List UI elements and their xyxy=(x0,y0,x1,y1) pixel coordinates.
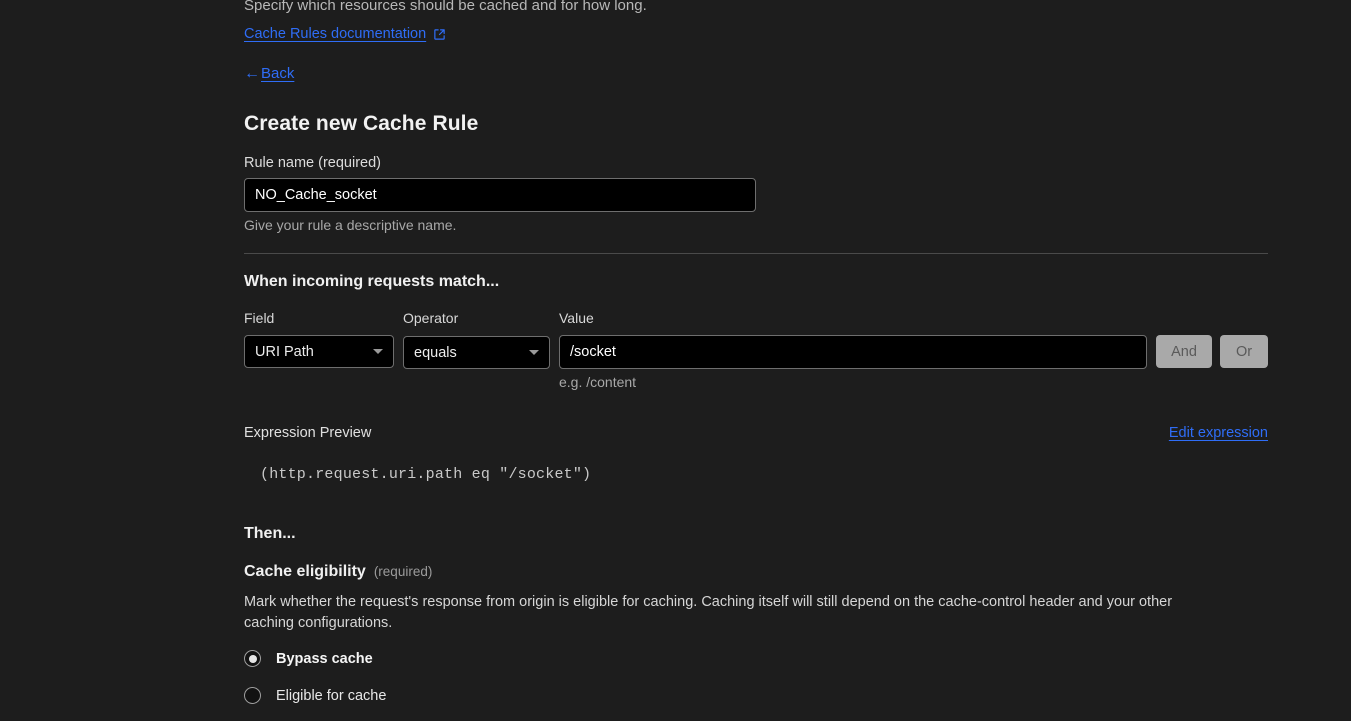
rule-name-help-text: Give your rule a descriptive name. xyxy=(244,217,457,233)
value-help-text: e.g. /content xyxy=(559,374,637,390)
cache-eligibility-title: Cache eligibility xyxy=(244,563,366,580)
back-arrow-icon: ← xyxy=(244,65,260,82)
edit-expression-link[interactable]: Edit expression xyxy=(1169,425,1268,441)
external-link-icon xyxy=(433,28,446,41)
page-description: Specify which resources should be cached… xyxy=(244,0,647,14)
documentation-link-label[interactable]: Cache Rules documentation xyxy=(244,26,426,42)
field-select-value: URI Path xyxy=(255,343,314,360)
value-input[interactable] xyxy=(559,335,1147,369)
cache-rule-create-page: Specify which resources should be cached… xyxy=(0,0,1351,721)
value-column-label: Value xyxy=(559,310,594,326)
expression-preview-code: (http.request.uri.path eq "/socket") xyxy=(260,466,592,483)
field-column-label: Field xyxy=(244,310,275,326)
cache-eligibility-description: Mark whether the request's response from… xyxy=(244,594,1173,631)
cache-eligibility-required-tag: (required) xyxy=(373,564,433,579)
radio-button-icon[interactable] xyxy=(244,650,261,667)
back-link[interactable]: ← Back xyxy=(244,65,294,83)
back-link-label[interactable]: Back xyxy=(261,65,294,82)
expression-preview-label: Expression Preview xyxy=(244,425,372,441)
operator-select[interactable]: equals xyxy=(403,336,550,369)
radio-button-icon[interactable] xyxy=(244,687,261,704)
cache-rules-documentation-link[interactable]: Cache Rules documentation xyxy=(244,26,446,42)
section-divider xyxy=(244,253,1268,254)
radio-option-bypass-cache[interactable]: Bypass cache xyxy=(244,650,373,667)
rule-name-label: Rule name (required) xyxy=(244,155,382,171)
rule-name-input[interactable] xyxy=(244,178,756,212)
chevron-down-icon xyxy=(373,349,383,354)
operator-column-label: Operator xyxy=(403,310,459,326)
radio-option-label: Eligible for cache xyxy=(276,687,387,704)
page-title: Create new Cache Rule xyxy=(244,112,479,135)
chevron-down-icon xyxy=(529,350,539,355)
when-section-heading: When incoming requests match... xyxy=(244,273,500,290)
or-button[interactable]: Or xyxy=(1220,335,1268,368)
and-button[interactable]: And xyxy=(1156,335,1212,368)
then-section-heading: Then... xyxy=(244,525,296,542)
radio-option-eligible-for-cache[interactable]: Eligible for cache xyxy=(244,687,386,704)
field-select[interactable]: URI Path xyxy=(244,335,394,368)
operator-select-value: equals xyxy=(414,344,457,361)
cache-eligibility-heading: Cache eligibility (required) xyxy=(244,563,432,581)
radio-option-label: Bypass cache xyxy=(276,650,373,667)
